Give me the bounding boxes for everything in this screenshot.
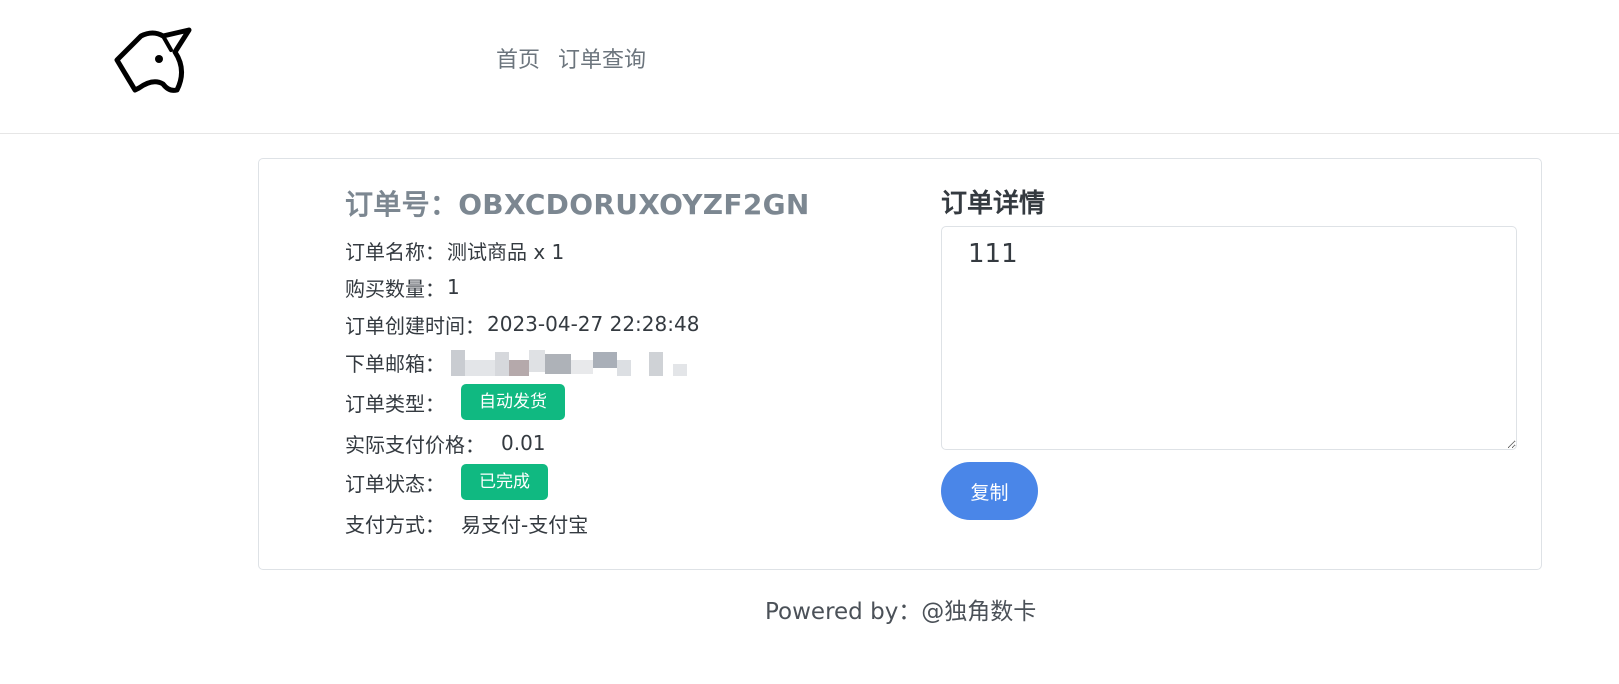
quantity-row: 购买数量： 1 [345, 269, 460, 305]
nav-link-order-query[interactable]: 订单查询 [556, 44, 648, 78]
order-type-row: 订单类型： 自动发货 [345, 384, 565, 420]
order-detail-textarea[interactable]: 111 [941, 226, 1517, 450]
quantity-value: 1 [447, 275, 460, 299]
copy-button[interactable]: 复制 [941, 462, 1038, 520]
email-label: 下单邮箱： [345, 351, 445, 376]
payment-value: 易支付-支付宝 [461, 512, 589, 537]
order-type-label: 订单类型： [345, 391, 445, 416]
payment-row: 支付方式： 易支付-支付宝 [345, 505, 588, 541]
created-time-row: 订单创建时间： 2023-04-27 22:28:48 [345, 306, 699, 342]
order-status-row: 订单状态： 已完成 [345, 464, 548, 500]
email-row: 下单邮箱： [345, 344, 691, 380]
auto-delivery-badge: 自动发货 [461, 384, 565, 420]
order-number-title: 订单号：OBXCDORUXOYZF2GN [345, 188, 810, 221]
price-label: 实际支付价格： [345, 432, 485, 457]
status-badge: 已完成 [461, 464, 548, 500]
redacted-email [451, 346, 691, 378]
order-name-row: 订单名称： 测试商品 x 1 [345, 232, 564, 268]
payment-label: 支付方式： [345, 512, 445, 537]
navbar: 首页 订单查询 [0, 0, 1619, 134]
price-value: 0.01 [501, 431, 546, 455]
created-time-label: 订单创建时间： [345, 313, 485, 338]
order-status-label: 订单状态： [345, 471, 445, 496]
quantity-label: 购买数量： [345, 276, 445, 301]
order-name-label: 订单名称： [345, 239, 445, 264]
price-row: 实际支付价格： 0.01 [345, 425, 546, 461]
order-detail-title: 订单详情 [941, 189, 1046, 219]
unicorn-icon[interactable] [113, 24, 197, 94]
nav-link-home[interactable]: 首页 [494, 44, 542, 78]
powered-by-text: Powered by：@独角数卡 [765, 599, 1037, 625]
nav-links: 首页 订单查询 [494, 44, 648, 78]
order-name-value: 测试商品 x 1 [447, 239, 565, 264]
created-time-value: 2023-04-27 22:28:48 [487, 312, 700, 336]
